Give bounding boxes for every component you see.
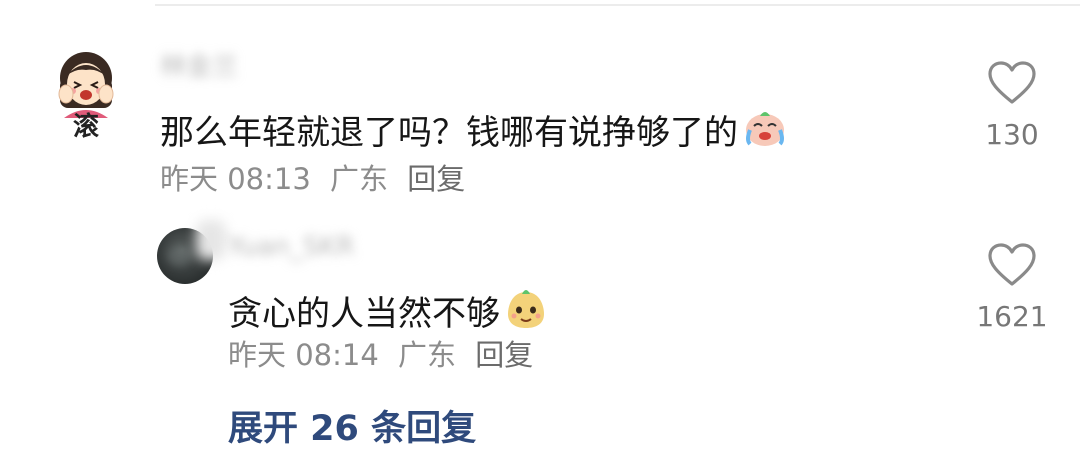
reply-text: 贪心的人当然不够 <box>228 288 548 339</box>
like-count: 130 <box>985 118 1039 151</box>
heart-icon[interactable] <box>987 60 1037 106</box>
like-count: 1621 <box>976 300 1048 333</box>
comment-meta: 昨天 08:13 广东 回复 <box>160 162 475 196</box>
reply-button[interactable]: 回复 <box>475 338 533 372</box>
like-button[interactable]: 1621 <box>962 242 1062 333</box>
blur-overlay <box>196 220 226 260</box>
reply-button[interactable]: 回复 <box>407 162 465 196</box>
like-button[interactable]: 130 <box>962 60 1062 151</box>
avatar-caption: 滚 <box>72 112 99 142</box>
comment-text: 那么年轻就退了吗？钱哪有说挣够了的 <box>160 108 788 157</box>
reply-username[interactable]: Yuan_SKR <box>228 232 354 262</box>
smirking-pear-face-icon <box>504 288 548 339</box>
heart-icon[interactable] <box>987 242 1037 288</box>
reply-meta: 昨天 08:14 广东 回复 <box>228 338 543 372</box>
comment-location: 广东 <box>330 162 389 196</box>
comment-thread: 滚 林金兰 那么年轻就退了吗？钱哪有说挣够了的 昨天 08:13 广东 回复 1… <box>0 0 1080 474</box>
crying-laughing-face-icon <box>742 108 788 157</box>
reply-body: 贪心的人当然不够 <box>228 293 500 334</box>
avatar[interactable]: 滚 <box>52 48 120 144</box>
comment-time: 昨天 08:13 <box>160 162 311 196</box>
comment-body: 那么年轻就退了吗？钱哪有说挣够了的 <box>160 112 738 153</box>
username[interactable]: 林金兰 <box>160 52 238 82</box>
reply-time: 昨天 08:14 <box>228 338 379 372</box>
expand-replies-button[interactable]: 展开 26 条回复 <box>228 408 476 450</box>
divider <box>155 4 1080 6</box>
reply-location: 广东 <box>398 338 457 372</box>
